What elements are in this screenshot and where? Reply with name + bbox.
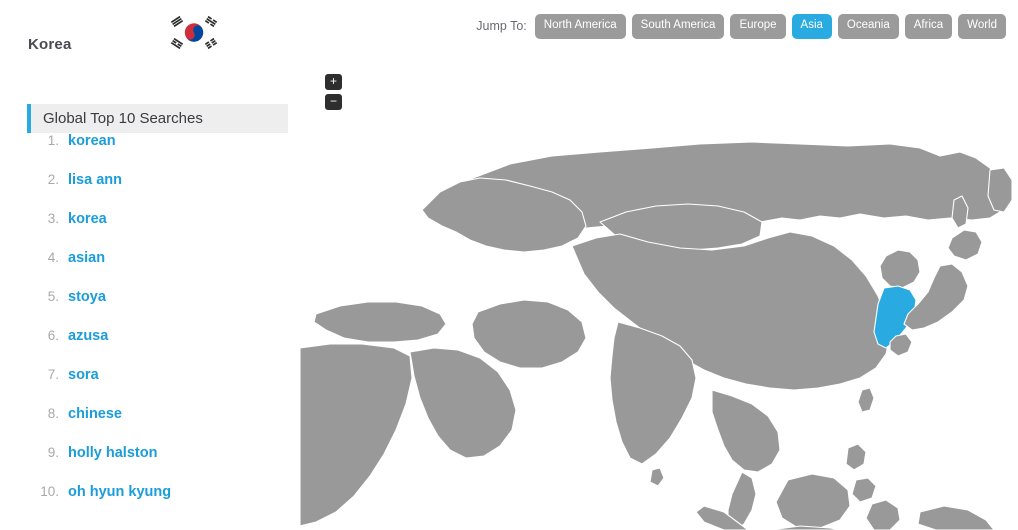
jump-button-europe[interactable]: Europe: [730, 14, 786, 39]
searches-panel-title: Global Top 10 Searches: [27, 104, 288, 133]
list-item-term[interactable]: korean: [68, 133, 116, 149]
country-turkey: [313, 301, 447, 343]
map-landmasses: [300, 141, 1013, 530]
list-item-rank: 4.: [47, 250, 59, 265]
region-africa-northeast: [300, 343, 413, 527]
list-item[interactable]: 6. azusa: [27, 328, 288, 367]
zoom-in-button[interactable]: +: [325, 74, 342, 90]
list-item-rank: 7.: [47, 367, 59, 382]
country-sri-lanka: [649, 467, 665, 487]
country-taiwan: [857, 387, 875, 413]
country-philippines-south: [851, 477, 877, 503]
list-item-rank: 8.: [47, 406, 59, 421]
list-item-term[interactable]: holly halston: [68, 445, 157, 461]
list-item[interactable]: 1. korean: [27, 133, 288, 172]
list-item[interactable]: 7. sora: [27, 367, 288, 406]
list-item-term[interactable]: stoya: [68, 289, 106, 305]
country-north-korea: [879, 249, 921, 289]
jump-button-world[interactable]: World: [958, 14, 1006, 39]
list-item[interactable]: 8. chinese: [27, 406, 288, 445]
list-item-term[interactable]: asian: [68, 250, 105, 266]
list-item[interactable]: 3. korea: [27, 211, 288, 250]
jump-button-south-america[interactable]: South America: [631, 14, 725, 39]
list-item[interactable]: 2. lisa ann: [27, 172, 288, 211]
list-item-rank: 1.: [47, 133, 59, 148]
list-item[interactable]: 4. asian: [27, 250, 288, 289]
asia-map[interactable]: + −: [300, 60, 1018, 530]
island-new-guinea-west: [917, 505, 995, 530]
list-item[interactable]: 10. oh hyun kyung: [27, 484, 288, 523]
island-java: [769, 525, 841, 530]
list-item-rank: 5.: [47, 289, 59, 304]
list-item-rank: 3.: [47, 211, 59, 226]
jump-button-north-america[interactable]: North America: [534, 14, 626, 39]
country-philippines: [845, 443, 867, 471]
global-top-searches-panel: Global Top 10 Searches 1. korean 2. lisa…: [27, 104, 288, 523]
region-kamchatka: [987, 167, 1013, 213]
region-southeast-asia: [711, 389, 781, 473]
list-item-rank: 9.: [47, 445, 59, 460]
list-item-term[interactable]: lisa ann: [68, 172, 122, 188]
list-item-term[interactable]: sora: [68, 367, 99, 383]
jump-button-asia[interactable]: Asia: [791, 14, 832, 39]
list-item-term[interactable]: azusa: [68, 328, 108, 344]
list-item[interactable]: 5. stoya: [27, 289, 288, 328]
list-item-term[interactable]: korea: [68, 211, 107, 227]
country-saudi-arabia: [409, 347, 517, 459]
map-svg[interactable]: [300, 60, 1018, 530]
island-sulawesi: [865, 499, 901, 530]
list-item-rank: 6.: [47, 328, 59, 343]
list-item[interactable]: 9. holly halston: [27, 445, 288, 484]
zoom-out-button[interactable]: −: [325, 94, 342, 110]
jump-button-africa[interactable]: Africa: [904, 14, 953, 39]
list-item-rank: 10.: [40, 484, 59, 499]
south-korea-flag-icon: [167, 12, 221, 53]
page-title: Korea: [28, 36, 72, 53]
country-japan-hokkaido: [947, 229, 983, 261]
island-borneo: [775, 473, 851, 529]
jump-to-nav: Jump To: North America South America Eur…: [476, 14, 1006, 39]
map-zoom-controls: + −: [325, 74, 342, 114]
searches-list: 1. korean 2. lisa ann 3. korea 4. asian …: [27, 133, 288, 523]
list-item-term[interactable]: chinese: [68, 406, 122, 422]
jump-to-label: Jump To:: [476, 19, 527, 34]
jump-button-oceania[interactable]: Oceania: [837, 14, 899, 39]
country-iran: [471, 299, 587, 369]
list-item-rank: 2.: [47, 172, 59, 187]
list-item-term[interactable]: oh hyun kyung: [68, 484, 171, 500]
